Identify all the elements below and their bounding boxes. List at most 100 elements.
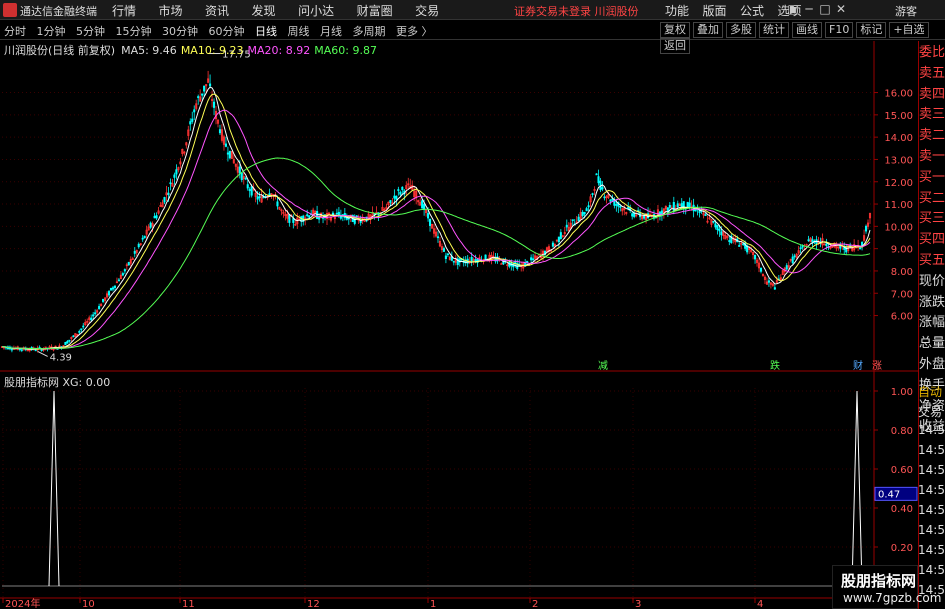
candle-body (143, 235, 146, 239)
candle-body (767, 280, 770, 283)
candle-body (92, 314, 95, 317)
quote-row: 买一 (919, 169, 945, 185)
candle-body (793, 255, 796, 258)
kline-chart[interactable]: 16.0015.0014.0013.0012.0011.0010.009.008… (0, 0, 918, 609)
tick-time: 14:56 (918, 483, 945, 497)
candle-body (175, 169, 178, 175)
indicator-title[interactable]: 股朋指标网 XG: 0.00 (4, 376, 110, 389)
xg-signal-spike (851, 390, 863, 587)
candle-body (102, 298, 105, 302)
stock-title[interactable]: 川润股份(日线 前复权) (4, 44, 115, 57)
candle-body (149, 222, 152, 228)
candle-body (668, 204, 671, 208)
candle-body (163, 197, 166, 203)
candle-body (153, 215, 156, 219)
candle-body (395, 195, 398, 200)
candle-body (80, 328, 83, 331)
price-tick-label: 10.00 (884, 222, 913, 233)
candle-body (825, 243, 828, 247)
candle-body (444, 255, 447, 260)
candle-body (66, 340, 69, 344)
candle-body (224, 143, 227, 147)
candle-body (716, 225, 719, 231)
candle-body (308, 215, 311, 218)
candle-body (228, 150, 231, 159)
candle-body (121, 273, 124, 276)
candle-body (587, 205, 590, 208)
watermark: 股朋指标网 www.7gpzb.com (832, 565, 941, 609)
candle-body (718, 228, 721, 232)
candle-body (742, 243, 745, 246)
candle-body (530, 257, 533, 261)
candle-body (117, 279, 120, 282)
quote-row: 外盘 (919, 356, 945, 372)
candle-body (603, 196, 606, 199)
date-label: 10 (82, 599, 95, 609)
quote-row: 涨幅 (919, 315, 945, 331)
candle-body (226, 152, 229, 155)
quote-row: 卖一 (919, 148, 945, 164)
candle-body (203, 85, 206, 92)
indicator-tick-label: 0.80 (891, 426, 913, 437)
candle-body (173, 174, 176, 178)
candle-body (64, 341, 67, 346)
candle-body (248, 189, 251, 192)
quote-row: 买二 (919, 190, 945, 206)
kline-header: 川润股份(日线 前复权) MA5: 9.46 MA10: 9.23 MA20: 8.9… (4, 42, 377, 58)
candle-body (90, 317, 93, 321)
date-label: 12 (307, 599, 320, 609)
candle-body (167, 192, 170, 195)
candle-body (421, 200, 424, 209)
candle-body (107, 291, 111, 296)
candle-body (276, 201, 279, 207)
date-label: 11 (182, 599, 195, 609)
candle-body (244, 177, 247, 180)
candle-body (256, 196, 259, 200)
tick-time: 14:56 (918, 423, 945, 437)
candle-body (109, 287, 113, 291)
candle-body (250, 186, 253, 196)
candle-body (446, 253, 449, 256)
candle-body (728, 240, 731, 242)
price-tick-label: 7.00 (891, 289, 913, 300)
indicator-tick-label: 0.20 (891, 543, 913, 554)
price-tick-label: 9.00 (891, 245, 913, 256)
candle-body (738, 245, 741, 247)
candle-body (123, 269, 126, 272)
quote-row: 现价 (919, 273, 945, 289)
candle-body (389, 200, 392, 203)
candle-body (72, 335, 75, 338)
indicator-tick-label: 0.40 (891, 504, 913, 515)
indicator-header: 股朋指标网 XG: 0.00 (4, 374, 110, 390)
candle-body (423, 204, 426, 210)
candle-body (595, 173, 598, 176)
candle-body (601, 187, 604, 190)
candle-body (759, 267, 763, 272)
trade-tab[interactable]: 交易 (918, 403, 945, 423)
candle-body (335, 212, 338, 215)
candle-body (565, 224, 568, 228)
candle-body (785, 265, 788, 270)
candle-body (619, 206, 622, 208)
candle-body (193, 109, 196, 113)
candle-body (141, 237, 144, 240)
watermark-title: 股朋指标网 (841, 572, 917, 590)
price-tick-label: 16.00 (884, 89, 913, 100)
candle-body (532, 258, 535, 261)
quote-row: 卖四 (919, 86, 945, 102)
event-marker: 财 (853, 359, 863, 372)
candle-body (397, 189, 400, 191)
event-marker: 涨 (872, 360, 882, 372)
candle-body (427, 213, 430, 219)
price-tick-label: 12.00 (884, 178, 913, 189)
candle-body (133, 251, 136, 254)
ma10-line (1, 93, 871, 350)
price-tick-label: 8.00 (891, 267, 913, 278)
candle-body (213, 101, 216, 108)
quote-row: 买三 (919, 211, 945, 227)
auto-trade-tab[interactable]: 自动 (918, 383, 945, 403)
quote-row: 卖二 (919, 128, 945, 144)
candle-body (720, 231, 723, 236)
candle-body (688, 202, 691, 208)
candle-body (615, 204, 618, 206)
